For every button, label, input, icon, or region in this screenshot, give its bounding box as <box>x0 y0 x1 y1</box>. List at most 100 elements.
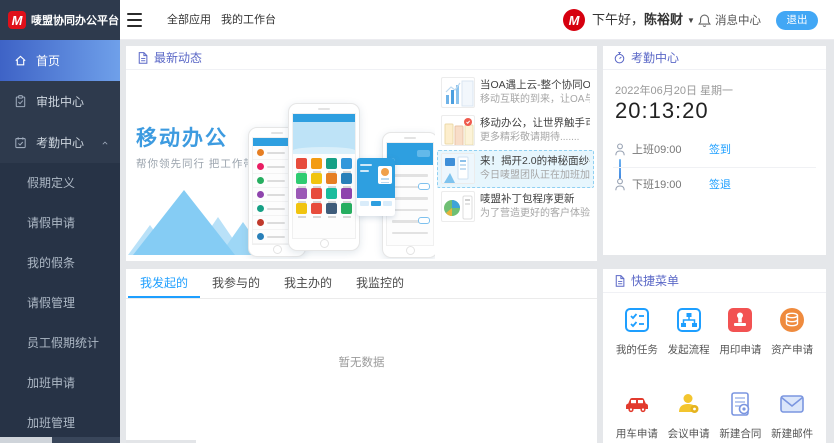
hamburger-menu-icon[interactable] <box>127 13 142 27</box>
meeting-icon <box>674 389 704 419</box>
sidebar-subitem-overtime-request[interactable]: 加班申请 <box>0 363 120 403</box>
sidebar-subitem-holiday-definition[interactable]: 假期定义 <box>0 163 120 203</box>
news-item[interactable]: 当OA遇上云-整个协同OA 移动互联的到来，让OA与云 <box>437 74 594 112</box>
nav-all-apps[interactable]: 全部应用 <box>167 0 211 40</box>
quick-item-label: 新建邮件 <box>771 426 813 441</box>
sidebar-subitem-leave-management[interactable]: 请假管理 <box>0 283 120 323</box>
message-center-button[interactable]: 消息中心 <box>697 0 761 40</box>
quick-item-start-flow[interactable]: 发起流程 <box>663 305 715 357</box>
quick-item-asset-request[interactable]: 资产申请 <box>766 305 818 357</box>
news-title: 当OA遇上云-整个协同OA <box>480 77 590 93</box>
attendance-title: 考勤中心 <box>631 49 679 66</box>
attendance-clock: 20:13:20 <box>615 98 709 124</box>
news-title: 唛盟补丁包程序更新 <box>480 191 590 207</box>
phone-list-line <box>392 220 428 223</box>
my-tasks-card: 我发起的 我参与的 我主办的 我监控的 暂无数据 <box>126 269 597 443</box>
tasks-tabbar: 我发起的 我参与的 我主办的 我监控的 <box>126 269 597 299</box>
news-thumbnail <box>441 153 475 184</box>
app-title: 唛盟协同办公平台 <box>31 12 119 28</box>
nav-my-workbench[interactable]: 我的工作台 <box>221 0 276 40</box>
quick-item-new-contract[interactable]: 新建合同 <box>715 389 767 441</box>
quick-item-label: 资产申请 <box>771 342 813 357</box>
sidebar-item-home[interactable]: 首页 <box>0 40 120 81</box>
phone-app-tile <box>326 158 337 169</box>
person-icon <box>613 142 627 157</box>
quick-item-label: 用车申请 <box>616 426 658 441</box>
asset-icon <box>777 305 807 335</box>
news-item-highlighted[interactable]: 来！揭开2.0的神秘面纱- 今日唛盟团队正在加班加点， <box>437 150 594 188</box>
news-thumbnail <box>441 77 475 108</box>
quick-item-label: 新建合同 <box>719 426 761 441</box>
news-list: 当OA遇上云-整个协同OA 移动互联的到来，让OA与云 移动办公，让世界触手可 … <box>437 74 594 226</box>
sidebar-subitem-leave-request[interactable]: 请假申请 <box>0 203 120 243</box>
quick-item-meeting-request[interactable]: 会议申请 <box>663 389 715 441</box>
divider <box>613 167 816 168</box>
quick-menu-card: 快捷菜单 我的任务 发起流程 用印申请 资产申请 用车申请 会议申请 新建合 <box>603 269 826 443</box>
news-desc: 移动互联的到来，让OA与云 <box>480 93 590 106</box>
user-avatar[interactable]: M <box>563 9 585 31</box>
user-greeting[interactable]: 下午好，陈裕财 ▼ <box>592 0 695 40</box>
phone-app-tile <box>311 158 322 169</box>
sidebar-item-label: 审批中心 <box>36 93 84 110</box>
check-in-row: 上班09:00 签到 <box>632 140 814 160</box>
phone-list-line <box>392 209 428 212</box>
contract-icon <box>725 389 755 419</box>
banner-title: 移动办公 <box>136 122 228 152</box>
sidebar-subitem-employee-holiday-stats[interactable]: 员工假期统计 <box>0 323 120 363</box>
phone-app-tile <box>311 173 322 184</box>
flow-start-icon <box>674 305 704 335</box>
check-out-link[interactable]: 签退 <box>709 175 731 195</box>
phone-app-tile <box>311 188 322 199</box>
attendance-card: 考勤中心 2022年06月20日 星期一 20:13:20 上班09:00 签到… <box>603 46 826 255</box>
news-item[interactable]: 移动办公，让世界触手可 更多精彩敬请期待....... <box>437 112 594 150</box>
quick-item-new-mail[interactable]: 新建邮件 <box>766 389 818 441</box>
tab-participated-by-me[interactable]: 我参与的 <box>200 269 272 298</box>
stopwatch-icon <box>613 51 626 64</box>
mail-icon <box>777 389 807 419</box>
phone-app-tile <box>341 203 352 214</box>
profile-mini-card <box>357 158 395 216</box>
phone-app-tile <box>296 188 307 199</box>
quick-item-vehicle-request[interactable]: 用车申请 <box>611 389 663 441</box>
mobile-office-banner[interactable]: 移动办公 帮你领先同行 把工作带出办公室 <box>128 74 435 259</box>
home-icon <box>13 53 28 68</box>
sidebar-item-attendance-center[interactable]: 考勤中心 <box>0 122 120 163</box>
bell-icon <box>697 13 712 28</box>
quick-item-seal-request[interactable]: 用印申请 <box>715 305 767 357</box>
sidebar-scrollbar-thumb[interactable] <box>0 437 52 443</box>
check-in-link[interactable]: 签到 <box>709 140 731 160</box>
tab-initiated-by-me[interactable]: 我发起的 <box>128 269 200 298</box>
attendance-submenu: 假期定义 请假申请 我的假条 请假管理 员工假期统计 加班申请 加班管理 <box>0 163 120 443</box>
latest-news-card: 最新动态 移动办公 帮你领先同行 把工作带出办公室 当OA遇上云- <box>126 46 597 261</box>
sidebar-item-label: 首页 <box>36 52 60 69</box>
username: 陈裕财 <box>644 12 683 27</box>
top-header: M 唛盟协同办公平台 全部应用 我的工作台 M 下午好，陈裕财▼ 消息中心 退出 <box>0 0 834 40</box>
greeting-text: 下午好， <box>592 12 644 27</box>
quick-item-label: 会议申请 <box>668 426 710 441</box>
person-icon <box>613 177 627 192</box>
phone-list-line <box>392 186 428 189</box>
sidebar-scrollbar[interactable] <box>0 437 120 443</box>
car-icon <box>622 389 652 419</box>
phone-app-tile <box>296 158 307 169</box>
news-item[interactable]: 唛盟补丁包程序更新 为了营造更好的客户体验，唛 <box>437 188 594 226</box>
quick-menu-grid: 我的任务 发起流程 用印申请 资产申请 用车申请 会议申请 新建合同 新建邮件 <box>611 305 818 441</box>
quick-item-label: 发起流程 <box>668 342 710 357</box>
phone-app-tile <box>326 188 337 199</box>
latest-news-header: 最新动态 <box>126 46 597 70</box>
phone-list-line <box>392 197 428 200</box>
chevron-down-icon: ▼ <box>687 16 695 25</box>
news-title: 移动办公，让世界触手可 <box>480 115 590 131</box>
phone-app-tile <box>326 173 337 184</box>
attendance-header: 考勤中心 <box>603 46 826 70</box>
tab-hosted-by-me[interactable]: 我主办的 <box>272 269 344 298</box>
message-center-label: 消息中心 <box>715 12 761 28</box>
sidebar-item-approval-center[interactable]: 审批中心 <box>0 81 120 122</box>
tab-monitored-by-me[interactable]: 我监控的 <box>344 269 416 298</box>
logout-button[interactable]: 退出 <box>776 11 818 30</box>
phone-list-line <box>392 174 428 177</box>
quick-item-my-tasks[interactable]: 我的任务 <box>611 305 663 357</box>
latest-news-title: 最新动态 <box>154 49 202 66</box>
sidebar-item-label: 考勤中心 <box>36 134 84 151</box>
sidebar-subitem-my-leave-notes[interactable]: 我的假条 <box>0 243 120 283</box>
